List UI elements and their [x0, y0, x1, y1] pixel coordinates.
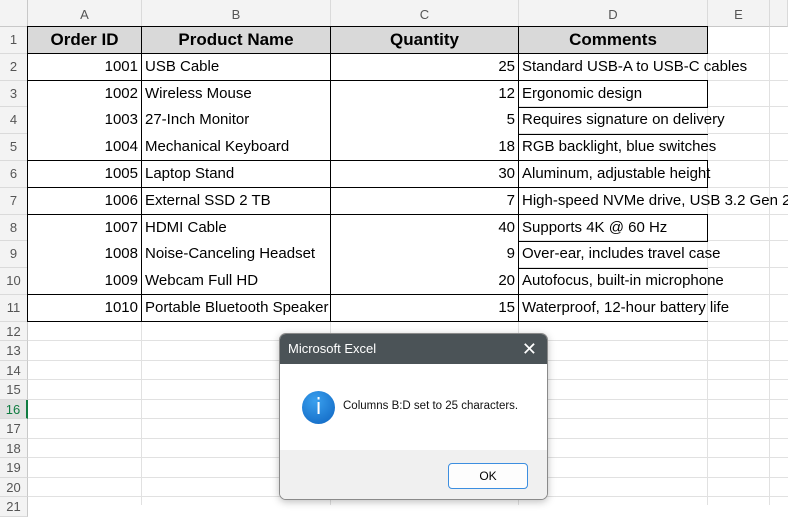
comments-cell[interactable]: Standard USB-A to USB-C cables [518, 53, 747, 82]
message-dialog: Microsoft Excel ✕ i Columns B:D set to 2… [279, 333, 548, 500]
product-name-cell[interactable]: Mechanical Keyboard [141, 134, 331, 162]
comments-cell[interactable]: Over-ear, includes travel case [518, 241, 720, 269]
column-header-C[interactable]: C [331, 0, 519, 27]
row-header-17[interactable]: 17 [0, 419, 28, 439]
product-name-cell[interactable]: Laptop Stand [141, 161, 331, 189]
row-header-2[interactable]: 2 [0, 53, 28, 81]
select-all-corner[interactable] [0, 0, 28, 27]
info-icon: i [302, 391, 335, 424]
close-icon[interactable]: ✕ [522, 334, 537, 364]
product-name-cell[interactable]: HDMI Cable [141, 214, 331, 242]
order-id-cell[interactable]: 1007 [27, 214, 142, 242]
row-header-12[interactable]: 12 [0, 321, 28, 342]
gridline [769, 27, 770, 505]
order-id-cell[interactable]: 1001 [27, 53, 142, 82]
header-cell[interactable]: Order ID [27, 26, 142, 54]
dialog-title: Microsoft Excel [288, 341, 377, 356]
header-cell[interactable]: Product Name [141, 26, 331, 54]
comments-cell[interactable]: Waterproof, 12-hour battery life [518, 295, 729, 323]
comments-cell[interactable]: High-speed NVMe drive, USB 3.2 Gen 2 [518, 187, 788, 216]
comments-cell[interactable]: Supports 4K @ 60 Hz [518, 214, 708, 242]
product-name-cell[interactable]: Portable Bluetooth Speaker [141, 295, 331, 323]
row-header-11[interactable]: 11 [0, 295, 28, 322]
row-header-3[interactable]: 3 [0, 80, 28, 108]
header-cell[interactable]: Quantity [330, 26, 519, 54]
row-header-13[interactable]: 13 [0, 341, 28, 361]
quantity-cell[interactable]: 7 [330, 187, 519, 216]
product-name-cell[interactable]: USB Cable [141, 53, 331, 82]
row-header-9[interactable]: 9 [0, 241, 28, 269]
product-name-cell[interactable]: Webcam Full HD [141, 268, 331, 296]
quantity-cell[interactable]: 20 [330, 268, 519, 296]
comments-cell[interactable]: Aluminum, adjustable height [518, 161, 710, 189]
dialog-titlebar: Microsoft Excel ✕ [280, 334, 547, 364]
quantity-cell[interactable]: 5 [330, 107, 519, 135]
column-header-B[interactable]: B [142, 0, 331, 27]
quantity-cell[interactable]: 25 [330, 53, 519, 82]
quantity-cell[interactable]: 18 [330, 134, 519, 162]
product-name-cell[interactable]: External SSD 2 TB [141, 187, 331, 216]
ok-button[interactable]: OK [448, 463, 528, 489]
row-header-20[interactable]: 20 [0, 477, 28, 498]
quantity-cell[interactable]: 40 [330, 214, 519, 242]
comments-cell[interactable]: Requires signature on delivery [518, 107, 725, 135]
comments-cell[interactable]: Autofocus, built-in microphone [518, 268, 724, 296]
row-header-7[interactable]: 7 [0, 187, 28, 215]
header-cell[interactable]: Comments [518, 26, 708, 54]
product-name-cell[interactable]: Noise-Canceling Headset [141, 241, 331, 269]
row-header-14[interactable]: 14 [0, 360, 28, 381]
row-header-16[interactable]: 16 [0, 399, 28, 420]
column-header-D[interactable]: D [519, 0, 708, 27]
column-header-blank [770, 0, 788, 27]
order-id-cell[interactable]: 1006 [27, 187, 142, 216]
order-id-cell[interactable]: 1005 [27, 161, 142, 189]
comments-cell[interactable]: RGB backlight, blue switches [518, 134, 716, 162]
dialog-message: Columns B:D set to 25 characters. [343, 400, 519, 412]
quantity-cell[interactable]: 15 [330, 295, 519, 323]
column-header-A[interactable]: A [28, 0, 142, 27]
order-id-cell[interactable]: 1003 [27, 107, 142, 135]
order-id-cell[interactable]: 1002 [27, 80, 142, 108]
product-name-cell[interactable]: Wireless Mouse [141, 80, 331, 108]
order-id-cell[interactable]: 1008 [27, 241, 142, 269]
row-header-18[interactable]: 18 [0, 438, 28, 459]
row-header-5[interactable]: 5 [0, 134, 28, 161]
row-header-1[interactable]: 1 [0, 27, 28, 54]
row-header-6[interactable]: 6 [0, 161, 28, 188]
product-name-cell[interactable]: 27-Inch Monitor [141, 107, 331, 135]
comments-cell[interactable]: Ergonomic design [518, 80, 708, 108]
row-header-8[interactable]: 8 [0, 214, 28, 242]
row-header-15[interactable]: 15 [0, 380, 28, 400]
row-header-10[interactable]: 10 [0, 268, 28, 295]
quantity-cell[interactable]: 9 [330, 241, 519, 269]
order-id-cell[interactable]: 1004 [27, 134, 142, 162]
row-header-19[interactable]: 19 [0, 458, 28, 478]
quantity-cell[interactable]: 12 [330, 80, 519, 108]
column-header-E[interactable]: E [708, 0, 770, 27]
row-header-4[interactable]: 4 [0, 107, 28, 135]
order-id-cell[interactable]: 1009 [27, 268, 142, 296]
order-id-cell[interactable]: 1010 [27, 295, 142, 323]
row-header-21[interactable]: 21 [0, 497, 28, 517]
quantity-cell[interactable]: 30 [330, 161, 519, 189]
